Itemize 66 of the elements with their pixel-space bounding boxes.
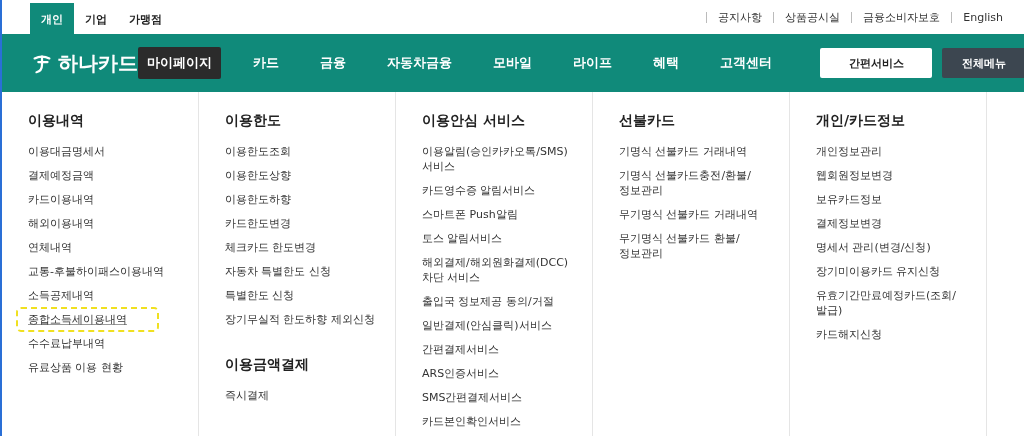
- menu-link[interactable]: 소득공제내역: [28, 288, 94, 303]
- menu-link[interactable]: 유효기간만료예정카드(조회/ 발급): [816, 288, 976, 318]
- menu-link[interactable]: 개인정보관리: [816, 144, 882, 159]
- menu-link[interactable]: 스마트폰 Push알림: [422, 207, 518, 222]
- logo[interactable]: 하나카드: [30, 49, 138, 77]
- menu-link[interactable]: 명세서 관리(변경/신청): [816, 240, 931, 255]
- nav-button[interactable]: 간편서비스: [820, 48, 932, 78]
- menu-link[interactable]: 웹회원정보변경: [816, 168, 893, 183]
- menu-link[interactable]: 이용한도하향: [225, 192, 291, 207]
- menu-link[interactable]: 토스 알림서비스: [422, 231, 503, 246]
- nav-item[interactable]: 자동차금융: [378, 47, 461, 79]
- section-heading: 이용금액결제: [225, 356, 309, 374]
- menu-link[interactable]: 기명식 선불카드 거래내역: [619, 144, 747, 159]
- menu-link[interactable]: 결제정보변경: [816, 216, 882, 231]
- nav-item[interactable]: 라이프: [564, 47, 621, 79]
- menu-link[interactable]: 즉시결제: [225, 388, 269, 403]
- utility-link[interactable]: English: [951, 11, 1014, 23]
- utility-link[interactable]: 금융소비자보호: [851, 11, 952, 23]
- nav-item[interactable]: 고객센터: [711, 47, 781, 79]
- menu-link[interactable]: 해외이용내역: [28, 216, 94, 231]
- menu-link[interactable]: 교통-후불하이패스이용내역: [28, 264, 164, 279]
- menu-link[interactable]: 자동차 특별한도 신청: [225, 264, 331, 279]
- menu-link[interactable]: 해외결제/해외원화결제(DCC) 차단 서비스: [422, 255, 582, 285]
- nav-item[interactable]: 금융: [311, 47, 355, 79]
- menu-link[interactable]: ARS인증서비스: [422, 366, 500, 381]
- menu-link[interactable]: 종합소득세이용내역: [16, 307, 159, 332]
- menu-link[interactable]: 체크카드 한도변경: [225, 240, 317, 255]
- menu-link[interactable]: 장기무실적 한도하향 제외신청: [225, 312, 375, 327]
- menu-link[interactable]: 장기미이용카드 유지신청: [816, 264, 941, 279]
- top-tab[interactable]: 가맹점: [118, 3, 173, 34]
- menu-link[interactable]: 유료상품 이용 현황: [28, 360, 123, 375]
- menu-link[interactable]: 출입국 정보제공 동의/거절: [422, 294, 554, 309]
- menu-link[interactable]: SMS간편결제서비스: [422, 390, 523, 405]
- menu-link[interactable]: 결제예정금액: [28, 168, 94, 183]
- menu-link[interactable]: 카드본인확인서비스: [422, 414, 521, 429]
- section-heading: 이용안심 서비스: [422, 112, 525, 130]
- section-heading: 선불카드: [619, 112, 675, 130]
- menu-link[interactable]: 이용대금명세서: [28, 144, 105, 159]
- top-tab[interactable]: 기업: [74, 3, 118, 34]
- menu-link[interactable]: 연체내역: [28, 240, 72, 255]
- menu-link[interactable]: 이용한도상향: [225, 168, 291, 183]
- menu-link[interactable]: 보유카드정보: [816, 192, 882, 207]
- menu-link[interactable]: 간편결제서비스: [422, 342, 499, 357]
- menu-link[interactable]: 카드이용내역: [28, 192, 94, 207]
- nav-item[interactable]: 혜택: [644, 47, 688, 79]
- utility-link[interactable]: 공지사항: [706, 11, 774, 23]
- menu-link[interactable]: 카드한도변경: [225, 216, 291, 231]
- section-heading: 개인/카드정보: [816, 112, 906, 130]
- menu-link[interactable]: 이용알림(승인카카오톡/SMS) 서비스: [422, 144, 582, 174]
- menu-link[interactable]: 이용한도조회: [225, 144, 291, 159]
- menu-link[interactable]: 기명식 선불카드충전/환불/ 정보관리: [619, 168, 779, 198]
- menu-link[interactable]: 수수료납부내역: [28, 336, 105, 351]
- top-tab[interactable]: 개인: [30, 3, 74, 34]
- menu-link[interactable]: 카드영수증 알림서비스: [422, 183, 536, 198]
- nav-item[interactable]: 마이페이지: [138, 47, 221, 79]
- nav-item[interactable]: 카드: [244, 47, 288, 79]
- menu-link[interactable]: 카드해지신청: [816, 327, 882, 342]
- utility-link[interactable]: 상품공시실: [773, 11, 852, 23]
- section-heading: 이용내역: [28, 112, 84, 130]
- section-heading: 이용한도: [225, 112, 281, 130]
- menu-link[interactable]: 무기명식 선불카드 거래내역: [619, 207, 758, 222]
- nav-item[interactable]: 모바일: [484, 47, 541, 79]
- menu-link[interactable]: 특별한도 신청: [225, 288, 295, 303]
- nav-button[interactable]: 전체메뉴: [942, 48, 1024, 78]
- menu-link[interactable]: 무기명식 선불카드 환불/ 정보관리: [619, 231, 779, 261]
- menu-link[interactable]: 일반결제(안심클릭)서비스: [422, 318, 552, 333]
